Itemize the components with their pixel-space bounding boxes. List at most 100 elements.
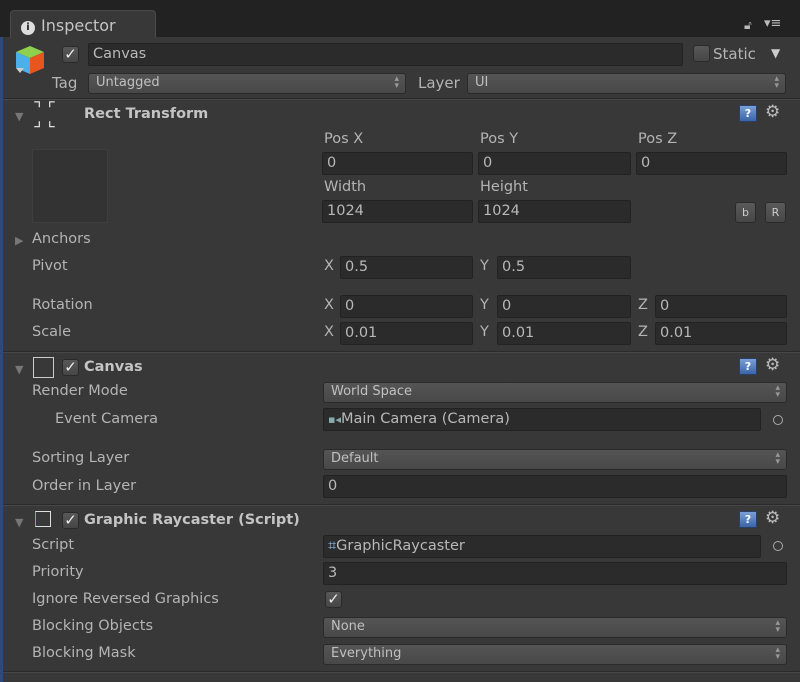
pos-x-label: Pos X — [324, 131, 364, 147]
canvas-component-icon — [33, 357, 54, 378]
ignore-reversed-label: Ignore Reversed Graphics — [32, 591, 219, 607]
tag-value: Untagged — [96, 75, 160, 90]
static-checkbox[interactable] — [693, 45, 710, 62]
rot-z-label: Z — [638, 297, 648, 313]
layer-label: Layer — [418, 74, 460, 92]
gear-icon[interactable]: ⚙ — [765, 102, 780, 122]
help-icon[interactable]: ? — [739, 105, 757, 122]
blocking-objects-label: Blocking Objects — [32, 618, 154, 634]
expand-triangle-icon[interactable]: ▶ — [15, 234, 23, 247]
pos-z-input[interactable]: 0 — [636, 152, 787, 175]
collapse-triangle-icon[interactable]: ▼ — [15, 110, 23, 123]
script-label: Script — [32, 537, 75, 553]
divider — [3, 98, 800, 100]
collapse-triangle-icon[interactable]: ▼ — [15, 516, 23, 529]
rot-z-input[interactable]: 0 — [655, 295, 787, 318]
scale-z-input[interactable]: 0.01 — [655, 322, 787, 345]
divider — [3, 671, 800, 673]
sorting-layer-dropdown[interactable]: Default ▴ ▾ — [323, 449, 787, 470]
script-value: GraphicRaycaster — [336, 538, 465, 554]
raycaster-enabled-checkbox[interactable]: ✓ — [62, 512, 79, 529]
tab-inspector[interactable]: i Inspector — [10, 10, 156, 38]
static-label: Static — [713, 45, 756, 63]
scale-x-input[interactable]: 0.01 — [340, 322, 473, 345]
rot-y-label: Y — [480, 297, 489, 313]
blocking-mask-value: Everything — [331, 646, 402, 661]
order-in-layer-input[interactable]: 0 — [323, 475, 787, 498]
script-icon: ⌗ — [328, 538, 337, 554]
rot-x-label: X — [324, 297, 334, 313]
object-picker-icon[interactable] — [773, 415, 783, 425]
lock-icon[interactable]: 🔓︎ — [744, 18, 752, 33]
order-in-layer-label: Order in Layer — [32, 478, 137, 494]
gear-icon[interactable]: ⚙ — [765, 508, 780, 528]
tag-label: Tag — [52, 74, 78, 92]
pivot-y-input[interactable]: 0.5 — [497, 256, 631, 279]
left-edge — [0, 37, 3, 682]
gameobject-cube-icon[interactable] — [14, 44, 46, 76]
ignore-reversed-checkbox[interactable]: ✓ — [325, 591, 342, 608]
event-camera-field[interactable]: ▪◂Main Camera (Camera) — [323, 408, 761, 431]
pivot-label: Pivot — [32, 258, 68, 274]
render-mode-label: Render Mode — [32, 383, 128, 399]
raw-edit-button[interactable]: R — [765, 202, 786, 223]
tab-label: Inspector — [41, 16, 116, 35]
divider — [3, 351, 800, 353]
help-icon[interactable]: ? — [739, 511, 757, 528]
scale-label: Scale — [32, 324, 72, 340]
blocking-mask-label: Blocking Mask — [32, 645, 136, 661]
pos-z-label: Pos Z — [638, 131, 678, 147]
render-mode-dropdown[interactable]: World Space ▴ ▾ — [323, 382, 787, 403]
anchors-foldout[interactable]: Anchors — [32, 231, 91, 247]
static-dropdown-icon[interactable]: ▼ — [771, 46, 780, 60]
blocking-mask-dropdown[interactable]: Everything ▴ ▾ — [323, 644, 787, 665]
blocking-objects-dropdown[interactable]: None ▴ ▾ — [323, 617, 787, 638]
rect-transform-icon: ⌝⌜ ⌟⌞ — [33, 99, 62, 131]
width-input[interactable]: 1024 — [322, 200, 473, 223]
scale-z-label: Z — [638, 324, 648, 340]
anchor-preset-button[interactable] — [32, 149, 108, 223]
priority-label: Priority — [32, 564, 84, 580]
scale-y-input[interactable]: 0.01 — [497, 322, 631, 345]
layer-dropdown[interactable]: UI ▴ ▾ — [467, 73, 786, 94]
priority-input[interactable]: 3 — [323, 562, 787, 585]
help-icon[interactable]: ? — [739, 358, 757, 375]
active-checkbox[interactable]: ✓ — [62, 46, 79, 63]
pos-y-label: Pos Y — [480, 131, 519, 147]
pivot-x-label: X — [324, 258, 334, 274]
script-field[interactable]: ⌗GraphicRaycaster — [323, 535, 761, 558]
component-title: Graphic Raycaster (Script) — [84, 512, 300, 528]
sorting-layer-label: Sorting Layer — [32, 450, 130, 466]
event-camera-label: Event Camera — [55, 411, 159, 427]
blueprint-mode-button[interactable]: b — [735, 202, 756, 223]
event-camera-value: Main Camera (Camera) — [340, 411, 510, 427]
scale-y-label: Y — [480, 324, 489, 340]
rotation-label: Rotation — [32, 297, 93, 313]
collapse-triangle-icon[interactable]: ▼ — [15, 363, 23, 376]
pivot-y-label: Y — [480, 258, 489, 274]
script-icon — [35, 511, 51, 527]
rot-x-input[interactable]: 0 — [340, 295, 473, 318]
component-title: Rect Transform — [84, 106, 209, 122]
scale-x-label: X — [324, 324, 334, 340]
name-input[interactable]: Canvas — [88, 43, 683, 66]
width-label: Width — [324, 179, 367, 195]
gear-icon[interactable]: ⚙ — [765, 355, 780, 375]
pivot-x-input[interactable]: 0.5 — [340, 256, 473, 279]
component-title: Canvas — [84, 359, 143, 375]
object-picker-icon[interactable] — [773, 541, 783, 551]
divider — [3, 504, 800, 506]
pos-y-input[interactable]: 0 — [478, 152, 631, 175]
menu-icon[interactable]: ▾≡ — [764, 16, 781, 31]
info-icon: i — [21, 21, 35, 35]
render-mode-value: World Space — [331, 384, 413, 399]
blocking-objects-value: None — [331, 619, 365, 634]
pos-x-input[interactable]: 0 — [322, 152, 473, 175]
sorting-layer-value: Default — [331, 451, 379, 466]
height-input[interactable]: 1024 — [478, 200, 631, 223]
height-label: Height — [480, 179, 528, 195]
tag-dropdown[interactable]: Untagged ▴ ▾ — [88, 73, 406, 94]
camera-icon: ▪◂ — [328, 413, 341, 426]
canvas-enabled-checkbox[interactable]: ✓ — [62, 359, 79, 376]
rot-y-input[interactable]: 0 — [497, 295, 631, 318]
